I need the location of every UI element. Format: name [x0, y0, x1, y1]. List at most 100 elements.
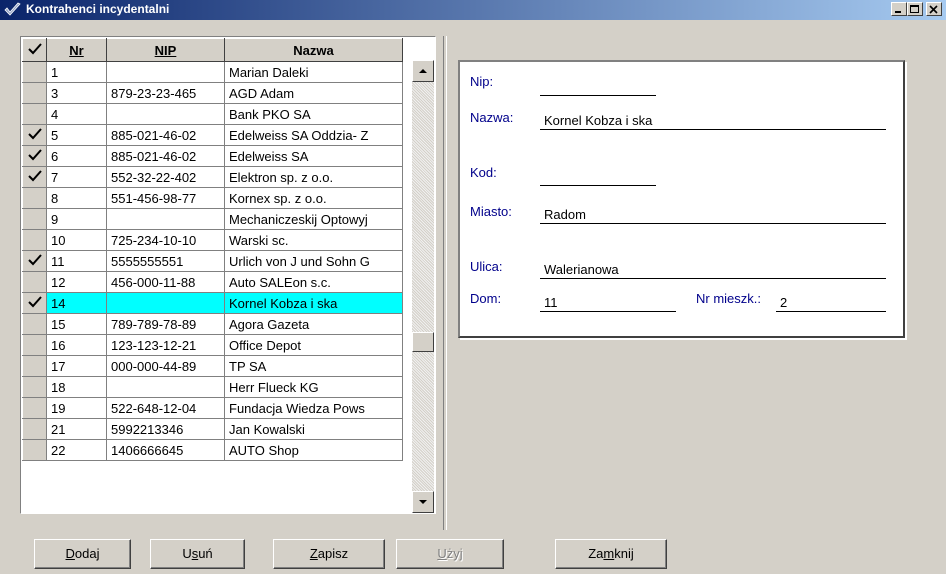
- nazwa-cell[interactable]: Warski sc.: [224, 229, 403, 251]
- miasto-field[interactable]: Radom: [540, 206, 886, 224]
- nip-cell[interactable]: [106, 208, 225, 230]
- kod-field[interactable]: [540, 168, 656, 186]
- row-check-cell[interactable]: [22, 208, 47, 230]
- nazwa-cell[interactable]: Kornex sp. z o.o.: [224, 187, 403, 209]
- row-check-cell[interactable]: [22, 271, 47, 293]
- scroll-down-button[interactable]: [412, 491, 434, 513]
- nr-cell[interactable]: 9: [46, 208, 107, 230]
- nip-cell[interactable]: 789-789-78-89: [106, 313, 225, 335]
- usun-button[interactable]: Usuń: [150, 539, 245, 569]
- nip-cell[interactable]: 522-648-12-04: [106, 397, 225, 419]
- title-bar[interactable]: Kontrahenci incydentalni: [0, 0, 946, 20]
- nip-cell[interactable]: 879-23-23-465: [106, 82, 225, 104]
- nr-cell[interactable]: 21: [46, 418, 107, 440]
- nr-cell[interactable]: 10: [46, 229, 107, 251]
- zamknij-button[interactable]: Zamknij: [555, 539, 667, 569]
- nip-cell[interactable]: 123-123-12-21: [106, 334, 225, 356]
- table-row[interactable]: 6 885-021-46-02 Edelweiss SA: [22, 145, 403, 167]
- uzyj-button[interactable]: Użyj: [396, 539, 504, 569]
- nazwa-cell[interactable]: Office Depot: [224, 334, 403, 356]
- scroll-up-button[interactable]: [412, 60, 434, 82]
- row-check-cell[interactable]: [22, 187, 47, 209]
- zapisz-button[interactable]: Zapisz: [273, 539, 385, 569]
- splitter[interactable]: [443, 36, 447, 530]
- row-check-cell[interactable]: [22, 145, 47, 167]
- maximize-button[interactable]: [907, 2, 923, 16]
- nip-cell[interactable]: [106, 292, 225, 314]
- nip-cell[interactable]: [106, 376, 225, 398]
- nazwa-cell[interactable]: Marian Daleki: [224, 61, 403, 83]
- dom-field[interactable]: 11: [540, 294, 676, 312]
- row-check-cell[interactable]: [22, 355, 47, 377]
- nr-cell[interactable]: 14: [46, 292, 107, 314]
- nip-cell[interactable]: 885-021-46-02: [106, 124, 225, 146]
- nazwa-cell[interactable]: Elektron sp. z o.o.: [224, 166, 403, 188]
- row-check-cell[interactable]: [22, 334, 47, 356]
- table-row[interactable]: 16 123-123-12-21 Office Depot: [22, 334, 403, 356]
- nazwa-cell[interactable]: Mechaniczeskij Optowyj: [224, 208, 403, 230]
- nr-cell[interactable]: 15: [46, 313, 107, 335]
- row-check-cell[interactable]: [22, 250, 47, 272]
- dodaj-button[interactable]: Dodaj: [34, 539, 131, 569]
- table-row[interactable]: 10 725-234-10-10 Warski sc.: [22, 229, 403, 251]
- row-check-cell[interactable]: [22, 292, 47, 314]
- nazwa-cell[interactable]: Fundacja Wiedza Pows: [224, 397, 403, 419]
- nip-cell[interactable]: 551-456-98-77: [106, 187, 225, 209]
- nr-cell[interactable]: 6: [46, 145, 107, 167]
- nazwa-cell[interactable]: Urlich von J und Sohn G: [224, 250, 403, 272]
- nip-field[interactable]: [540, 78, 656, 96]
- table-row[interactable]: 18 Herr Flueck KG: [22, 376, 403, 398]
- nazwa-field[interactable]: Kornel Kobza i ska: [540, 112, 886, 130]
- nazwa-cell[interactable]: Edelweiss SA Oddzia- Z: [224, 124, 403, 146]
- nazwa-cell[interactable]: Auto SALEon s.c.: [224, 271, 403, 293]
- table-row[interactable]: 15 789-789-78-89 Agora Gazeta: [22, 313, 403, 335]
- table-row[interactable]: 3 879-23-23-465 AGD Adam: [22, 82, 403, 104]
- table-row[interactable]: 14 Kornel Kobza i ska: [22, 292, 403, 314]
- nip-cell[interactable]: 5555555551: [106, 250, 225, 272]
- nip-cell[interactable]: 725-234-10-10: [106, 229, 225, 251]
- nazwa-cell[interactable]: Jan Kowalski: [224, 418, 403, 440]
- nip-cell[interactable]: [106, 103, 225, 125]
- nr-cell[interactable]: 7: [46, 166, 107, 188]
- table-row[interactable]: 1 Marian Daleki: [22, 61, 403, 83]
- table-row[interactable]: 9 Mechaniczeskij Optowyj: [22, 208, 403, 230]
- vertical-scrollbar[interactable]: [412, 60, 434, 513]
- table-row[interactable]: 22 1406666645 AUTO Shop: [22, 439, 403, 461]
- table-row[interactable]: 4 Bank PKO SA: [22, 103, 403, 125]
- table-row[interactable]: 8 551-456-98-77 Kornex sp. z o.o.: [22, 187, 403, 209]
- nip-cell[interactable]: 1406666645: [106, 439, 225, 461]
- nip-cell[interactable]: 456-000-11-88: [106, 271, 225, 293]
- nr-cell[interactable]: 3: [46, 82, 107, 104]
- table-row[interactable]: 17 000-000-44-89 TP SA: [22, 355, 403, 377]
- table-row[interactable]: 19 522-648-12-04 Fundacja Wiedza Pows: [22, 397, 403, 419]
- nr-cell[interactable]: 11: [46, 250, 107, 272]
- nr-cell[interactable]: 18: [46, 376, 107, 398]
- table-row[interactable]: 7 552-32-22-402 Elektron sp. z o.o.: [22, 166, 403, 188]
- nr-cell[interactable]: 16: [46, 334, 107, 356]
- close-button[interactable]: [926, 2, 942, 16]
- nazwa-cell[interactable]: Agora Gazeta: [224, 313, 403, 335]
- minimize-button[interactable]: [891, 2, 907, 16]
- table-row[interactable]: 5 885-021-46-02 Edelweiss SA Oddzia- Z: [22, 124, 403, 146]
- row-check-cell[interactable]: [22, 229, 47, 251]
- nr-cell[interactable]: 17: [46, 355, 107, 377]
- nip-cell[interactable]: 000-000-44-89: [106, 355, 225, 377]
- row-check-cell[interactable]: [22, 61, 47, 83]
- table-row[interactable]: 21 5992213346 Jan Kowalski: [22, 418, 403, 440]
- nr-cell[interactable]: 5: [46, 124, 107, 146]
- row-check-cell[interactable]: [22, 82, 47, 104]
- header-nr[interactable]: Nr: [46, 38, 107, 62]
- nr-cell[interactable]: 12: [46, 271, 107, 293]
- ulica-field[interactable]: Walerianowa: [540, 261, 886, 279]
- nip-cell[interactable]: [106, 61, 225, 83]
- nazwa-cell[interactable]: Kornel Kobza i ska: [224, 292, 403, 314]
- nazwa-cell[interactable]: Edelweiss SA: [224, 145, 403, 167]
- header-nazwa[interactable]: Nazwa: [224, 38, 403, 62]
- nip-cell[interactable]: 5992213346: [106, 418, 225, 440]
- row-check-cell[interactable]: [22, 418, 47, 440]
- row-check-cell[interactable]: [22, 439, 47, 461]
- row-check-cell[interactable]: [22, 313, 47, 335]
- header-nip[interactable]: NIP: [106, 38, 225, 62]
- nazwa-cell[interactable]: Herr Flueck KG: [224, 376, 403, 398]
- scroll-thumb[interactable]: [412, 332, 434, 352]
